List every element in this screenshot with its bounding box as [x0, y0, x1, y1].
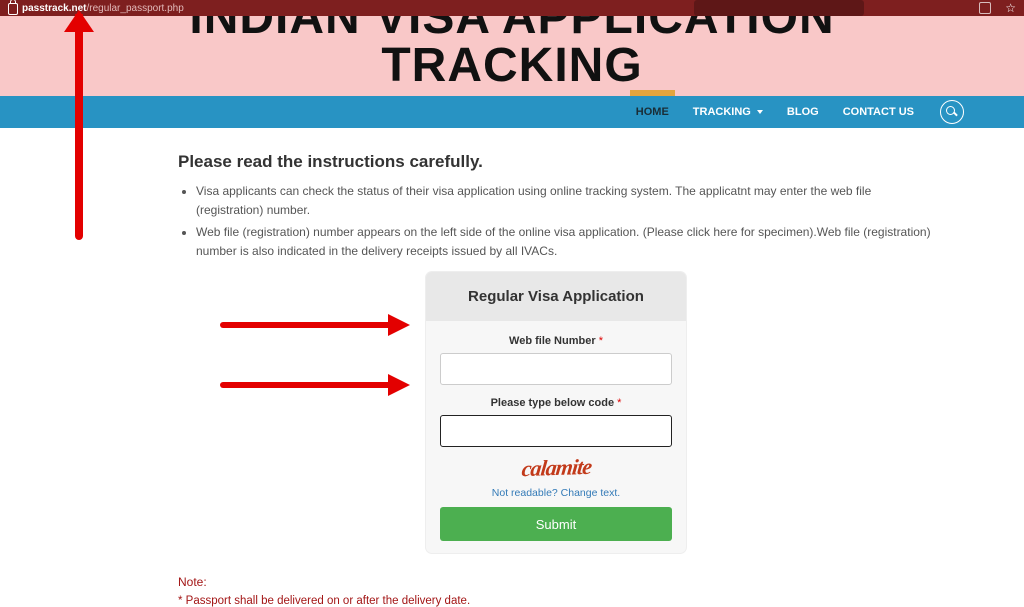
nav-tracking[interactable]: TRACKING: [693, 96, 763, 128]
required-mark: *: [617, 397, 621, 409]
captcha-text: calamite: [520, 454, 592, 482]
instruction-item: Web file (registration) number appears o…: [196, 223, 934, 260]
lock-icon: [8, 3, 18, 15]
extension-toolbar: [694, 0, 864, 16]
page-banner: INDIAN VISA APPLICATION TRACKING: [0, 16, 1024, 96]
banner-title-line2: TRACKING: [189, 42, 834, 90]
captcha-input[interactable]: [440, 415, 672, 447]
webfile-label: Web file Number *: [440, 335, 672, 347]
captcha-image: calamite: [440, 455, 672, 481]
nav-contact[interactable]: CONTACT US: [843, 96, 914, 128]
required-mark: *: [599, 335, 603, 347]
submit-button[interactable]: Submit: [440, 507, 672, 541]
webfile-input[interactable]: [440, 353, 672, 385]
main-content: Please read the instructions carefully. …: [0, 128, 1024, 607]
card-header: Regular Visa Application: [426, 272, 686, 321]
main-nav: HOME TRACKING BLOG CONTACT US: [0, 96, 1024, 128]
browser-address-bar: passtrack.net/regular_passport.php ☆: [0, 0, 1024, 16]
search-button[interactable]: [940, 100, 964, 124]
nav-tracking-label: TRACKING: [693, 106, 751, 118]
url-path: /regular_passport.php: [86, 3, 183, 14]
chevron-down-icon: [757, 110, 763, 114]
instructions-list: Visa applicants can check the status of …: [178, 182, 934, 260]
tracking-form-card: Regular Visa Application Web file Number…: [426, 272, 686, 553]
note-heading: Note:: [178, 575, 934, 589]
browser-controls: ☆: [979, 0, 1016, 16]
instructions-heading: Please read the instructions carefully.: [178, 152, 934, 172]
url-display: passtrack.net/regular_passport.php: [22, 3, 184, 14]
star-icon[interactable]: ☆: [1005, 1, 1016, 15]
note-section: Note: * Passport shall be delivered on o…: [178, 575, 934, 607]
instruction-item: Visa applicants can check the status of …: [196, 182, 934, 219]
nav-home[interactable]: HOME: [636, 96, 669, 128]
note-line: * Passport shall be delivered on or afte…: [178, 595, 934, 607]
captcha-refresh-link[interactable]: Not readable? Change text.: [440, 487, 672, 499]
captcha-label: Please type below code *: [440, 397, 672, 409]
form-title: Regular Visa Application: [434, 288, 678, 305]
nav-blog[interactable]: BLOG: [787, 96, 819, 128]
url-host: passtrack.net: [22, 3, 86, 14]
share-icon[interactable]: [979, 2, 991, 14]
